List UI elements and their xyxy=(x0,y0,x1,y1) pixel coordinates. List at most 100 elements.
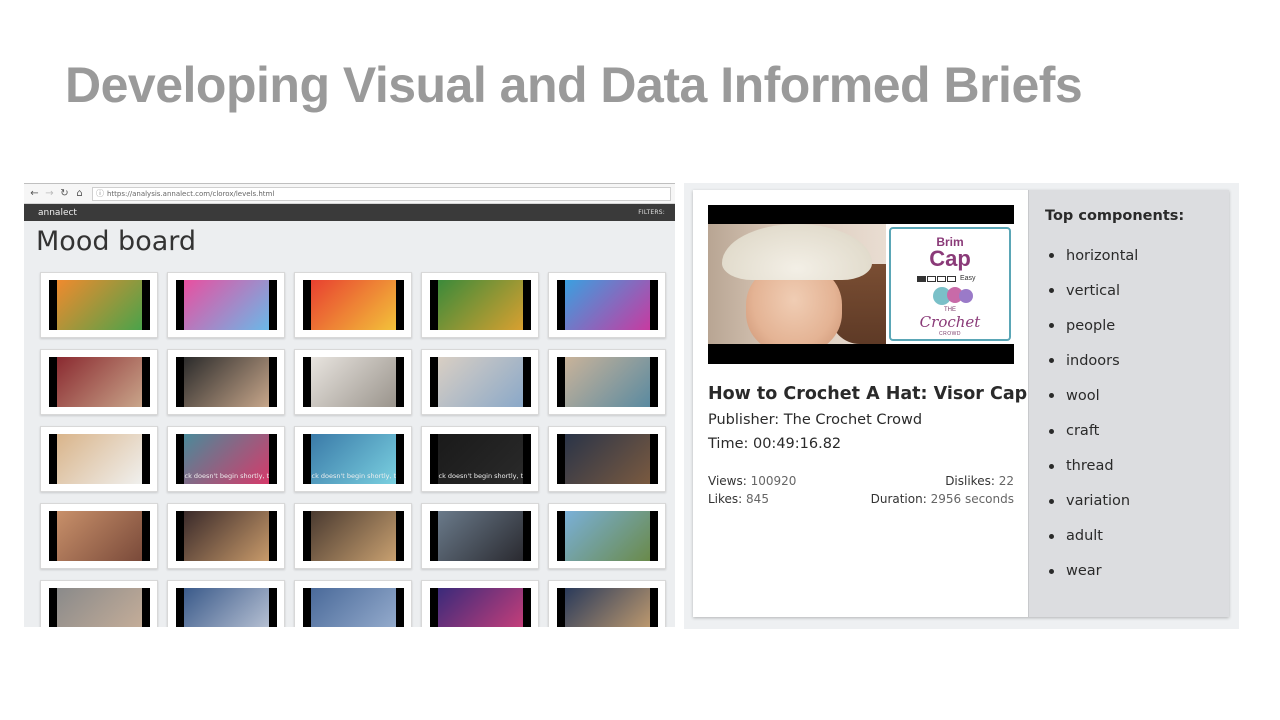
browser-window: ← → ↻ ⌂ ⓘ https://analysis.annalect.com/… xyxy=(24,183,675,627)
video-thumbnail: ck doesn't begin shortly, try r xyxy=(175,434,277,484)
component-item: variation xyxy=(1049,484,1138,519)
video-thumbnail xyxy=(175,588,277,627)
video-thumbnail xyxy=(556,280,658,330)
brand-logo[interactable]: annalect xyxy=(38,208,77,218)
mood-board-tile[interactable] xyxy=(40,426,158,492)
info-icon: ⓘ xyxy=(96,189,104,198)
forward-icon[interactable]: → xyxy=(43,187,56,201)
mood-board-tile[interactable] xyxy=(421,349,539,415)
video-thumbnail xyxy=(556,588,658,627)
video-thumbnail xyxy=(175,280,277,330)
mood-board-tile[interactable] xyxy=(167,580,285,627)
mood-board-tile[interactable] xyxy=(421,580,539,627)
mood-board-tile[interactable]: ck doesn't begin shortly, try r xyxy=(167,426,285,492)
mood-board-tile[interactable]: ck doesn't begin shortly, try r xyxy=(421,426,539,492)
video-thumbnail xyxy=(429,357,531,407)
component-item: craft xyxy=(1049,413,1138,448)
bullet-icon xyxy=(1049,568,1054,574)
page-title: Mood board xyxy=(36,226,197,257)
views-stat: Views: 100920 xyxy=(708,474,797,488)
publisher-text: Publisher: The Crochet Crowd xyxy=(708,412,923,428)
bullet-icon xyxy=(1049,533,1054,539)
video-thumbnail xyxy=(429,588,531,627)
video-thumbnail: ck doesn't begin shortly, try r xyxy=(429,434,531,484)
mood-board-tile[interactable] xyxy=(294,580,412,627)
mood-board-tile[interactable] xyxy=(548,426,666,492)
brim-cap-logo: Brim Cap Easy THE Crochet CROWD xyxy=(886,224,1014,344)
video-thumbnail xyxy=(556,434,658,484)
mood-board-tile[interactable] xyxy=(548,349,666,415)
playback-overlay-text: ck doesn't begin shortly, try r xyxy=(311,472,396,480)
component-item: adult xyxy=(1049,519,1138,554)
address-bar: ← → ↻ ⌂ ⓘ https://analysis.annalect.com/… xyxy=(24,184,675,204)
duration-stat: Duration: 2956 seconds xyxy=(870,492,1014,506)
video-thumbnail xyxy=(302,511,404,561)
video-thumbnail xyxy=(175,357,277,407)
dislikes-stat: Dislikes: 22 xyxy=(945,474,1014,488)
bullet-icon xyxy=(1049,393,1054,399)
video-thumbnail: ck doesn't begin shortly, try r xyxy=(302,434,404,484)
video-thumbnail xyxy=(302,588,404,627)
component-item: horizontal xyxy=(1049,238,1138,273)
mood-board-tile[interactable] xyxy=(294,503,412,569)
component-item: thread xyxy=(1049,449,1138,484)
video-title: How to Crochet A Hat: Visor Cap xyxy=(708,384,1028,404)
mood-board-tile[interactable] xyxy=(167,272,285,338)
video-thumbnail xyxy=(302,280,404,330)
component-item: wear xyxy=(1049,554,1138,589)
slide-title: Developing Visual and Data Informed Brie… xyxy=(65,57,1083,113)
reload-icon[interactable]: ↻ xyxy=(58,187,71,201)
mood-board-tile[interactable] xyxy=(548,272,666,338)
bullet-icon xyxy=(1049,498,1054,504)
mood-board-tile[interactable] xyxy=(40,503,158,569)
video-thumbnail xyxy=(48,434,150,484)
components-title: Top components: xyxy=(1045,208,1185,224)
video-thumbnail xyxy=(429,280,531,330)
video-card: Brim Cap Easy THE Crochet CROWD How to C… xyxy=(693,190,1229,617)
mood-board-tile[interactable] xyxy=(167,349,285,415)
app-header: annalect FILTERS: xyxy=(24,204,675,221)
mood-board-tile[interactable] xyxy=(40,349,158,415)
filters-button[interactable]: FILTERS: xyxy=(638,209,665,216)
bullet-icon xyxy=(1049,463,1054,469)
components-list: horizontal vertical people indoors wool craft… xyxy=(1049,238,1138,589)
video-thumbnail xyxy=(556,511,658,561)
mood-board-tile[interactable] xyxy=(294,349,412,415)
likes-stat: Likes: 845 xyxy=(708,492,769,506)
bullet-icon xyxy=(1049,323,1054,329)
mood-board-tile[interactable] xyxy=(167,503,285,569)
component-item: vertical xyxy=(1049,273,1138,308)
mood-board-grid: ck doesn't begin shortly, try r ck doesn'… xyxy=(40,272,666,627)
presenter-photo xyxy=(708,224,886,344)
mood-board-tile[interactable] xyxy=(421,272,539,338)
back-icon[interactable]: ← xyxy=(28,187,41,201)
mood-board-tile[interactable] xyxy=(40,272,158,338)
url-field[interactable]: ⓘ https://analysis.annalect.com/clorox/l… xyxy=(92,186,671,201)
component-item: people xyxy=(1049,308,1138,343)
video-thumbnail xyxy=(429,511,531,561)
bullet-icon xyxy=(1049,358,1054,364)
video-thumbnail[interactable]: Brim Cap Easy THE Crochet CROWD xyxy=(708,205,1014,364)
video-thumbnail xyxy=(175,511,277,561)
playback-overlay-text: ck doesn't begin shortly, try r xyxy=(438,472,523,480)
url-text: https://analysis.annalect.com/clorox/lev… xyxy=(107,189,275,198)
video-thumbnail xyxy=(302,357,404,407)
home-icon[interactable]: ⌂ xyxy=(73,187,86,201)
video-thumbnail xyxy=(48,588,150,627)
video-thumbnail xyxy=(48,511,150,561)
mood-board-tile[interactable]: ck doesn't begin shortly, try r xyxy=(294,426,412,492)
mood-board-tile[interactable] xyxy=(421,503,539,569)
top-components-panel: Top components: horizontal vertical people… xyxy=(1028,190,1229,617)
mood-board-tile[interactable] xyxy=(40,580,158,627)
component-item: wool xyxy=(1049,378,1138,413)
video-detail-panel: Brim Cap Easy THE Crochet CROWD How to C… xyxy=(684,183,1239,629)
video-thumbnail xyxy=(556,357,658,407)
mood-board-tile[interactable] xyxy=(548,580,666,627)
mood-board-tile[interactable] xyxy=(294,272,412,338)
difficulty-indicator: Easy xyxy=(917,275,976,282)
playback-overlay-text: ck doesn't begin shortly, try r xyxy=(184,472,269,480)
mood-board-tile[interactable] xyxy=(548,503,666,569)
video-thumbnail xyxy=(48,280,150,330)
video-thumbnail xyxy=(48,357,150,407)
bullet-icon xyxy=(1049,253,1054,259)
